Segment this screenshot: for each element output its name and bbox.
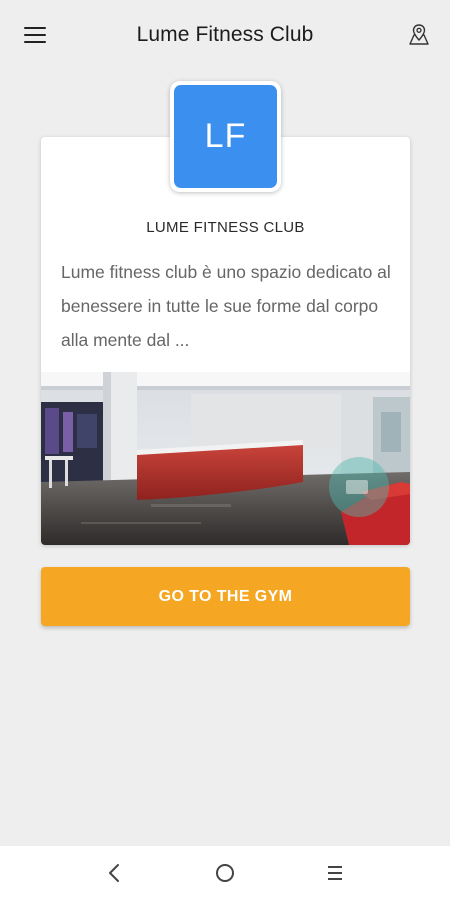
recents-lines-icon [328, 866, 342, 880]
app-title: Lume Fitness Club [136, 23, 314, 46]
go-to-gym-button[interactable]: GO TO THE GYM [41, 567, 410, 626]
home-button[interactable] [205, 853, 245, 893]
home-circle-icon [216, 864, 234, 882]
club-name: LUME FITNESS CLUB [146, 219, 305, 236]
club-description: Lume fitness club è uno spazio dedicato … [61, 262, 391, 350]
club-card[interactable]: LUME FITNESS CLUB Lume fitness club è un… [41, 137, 410, 545]
back-chevron-icon [109, 864, 119, 882]
app-bar: Lume Fitness Club [0, 0, 450, 70]
map-location-icon [409, 24, 429, 45]
system-nav-bar [0, 846, 450, 900]
back-button[interactable] [95, 853, 135, 893]
menu-button[interactable] [18, 21, 52, 49]
gym-reception-photo [41, 372, 410, 545]
recents-button[interactable] [315, 853, 355, 893]
map-button[interactable] [404, 20, 434, 50]
club-logo: LF [170, 81, 281, 192]
club-logo-initials: LF [174, 85, 277, 188]
hamburger-menu-icon [24, 27, 46, 29]
